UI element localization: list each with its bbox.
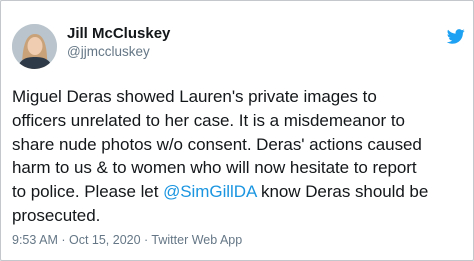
tweet-timestamp[interactable]: 9:53 AM · Oct 15, 2020 · Twitter Web App: [12, 233, 242, 247]
twitter-bird-icon[interactable]: [447, 29, 465, 44]
tweet-line: to police. Please let @SimGillDA know De…: [12, 180, 467, 204]
tweet-line: share nude photos w/o consent. Deras' ac…: [12, 134, 422, 154]
author-handle[interactable]: @jjmccluskey: [67, 44, 150, 59]
tweet-line: harm to us & to women who will now hesit…: [12, 158, 417, 178]
tweet-line: prosecuted.: [12, 205, 101, 225]
tweet-text: Miguel Deras showed Lauren's private ima…: [12, 85, 467, 228]
tweet-line: Miguel Deras showed Lauren's private ima…: [12, 87, 377, 106]
tweet-card: Jill McCluskey @jjmccluskey Miguel Deras…: [0, 0, 474, 261]
tweet-text-fragment: to police. Please let: [12, 182, 159, 202]
mention-link[interactable]: @SimGillDA: [163, 182, 256, 201]
tweet-line: officers unrelated to her case. It is a …: [12, 110, 405, 130]
avatar[interactable]: [12, 24, 57, 69]
author-name[interactable]: Jill McCluskey: [67, 25, 170, 42]
tweet-text-fragment: know Deras should be: [261, 182, 429, 202]
avatar-photo: [12, 24, 57, 69]
